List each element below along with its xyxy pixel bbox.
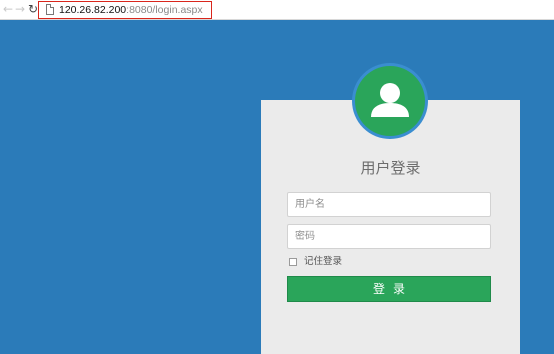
address-bar[interactable]: 120.26.82.200:8080/login.aspx <box>38 1 212 19</box>
remember-label: 记住登录 <box>304 256 343 267</box>
page-icon <box>46 4 54 15</box>
password-input[interactable] <box>287 224 491 249</box>
url-path: :8080/login.aspx <box>126 4 203 16</box>
user-icon <box>371 83 409 117</box>
avatar <box>355 66 425 136</box>
url-text: 120.26.82.200:8080/login.aspx <box>59 3 203 17</box>
remember-checkbox[interactable] <box>289 258 297 266</box>
back-arrow-icon[interactable]: ← <box>2 2 14 17</box>
url-host: 120.26.82.200 <box>59 4 127 16</box>
login-button[interactable]: 登录 <box>287 276 491 302</box>
forward-arrow-icon[interactable]: → <box>14 2 26 17</box>
username-input[interactable] <box>287 192 491 217</box>
browser-toolbar: ← → ↻ 120.26.82.200:8080/login.aspx <box>0 0 554 20</box>
login-title: 用户登录 <box>360 159 421 177</box>
